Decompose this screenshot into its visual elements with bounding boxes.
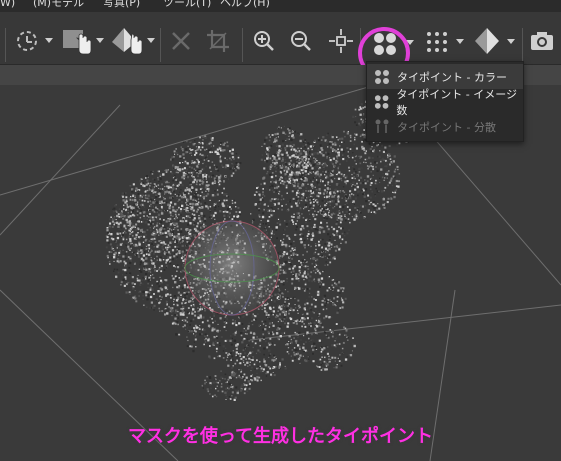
zoom-out-button[interactable]	[288, 28, 314, 54]
dense-points-icon	[427, 32, 447, 52]
shape-select-button[interactable]	[110, 26, 146, 56]
mesh-dropdown-arrow[interactable]	[506, 37, 516, 47]
menu-item-tie-points-variance[interactable]: タイポイント - 分散	[367, 114, 523, 139]
delete-selection-button[interactable]	[168, 28, 194, 54]
chevron-down-icon	[456, 39, 464, 44]
capture-view-button[interactable]	[528, 28, 556, 54]
menu-item-help[interactable]: ヘルプ(H)	[220, 0, 270, 8]
toolbar-separator	[5, 28, 6, 62]
zoom-out-icon	[291, 31, 311, 51]
dense-points-button[interactable]	[423, 29, 451, 55]
menu-item-prev[interactable]: W)	[0, 0, 15, 8]
rect-select-hand-icon	[63, 30, 92, 55]
zoom-in-icon	[254, 31, 274, 51]
menu-item-tie-points-image-count[interactable]: タイポイント - イメージ数	[367, 88, 523, 117]
reset-view-button[interactable]	[326, 28, 356, 54]
menu-item-label: タイポイント - 分散	[397, 120, 496, 134]
annotation-caption: マスクを使って生成したタイポイント	[127, 426, 434, 447]
chevron-down-icon	[507, 39, 515, 44]
rotate-select-button[interactable]	[12, 28, 44, 54]
menu-item-tools[interactable]: ツール(T)	[163, 0, 211, 8]
toolbar-separator	[522, 28, 523, 62]
rect-select-dropdown-arrow[interactable]	[95, 36, 105, 46]
rotation-trackball	[184, 220, 280, 316]
dense-points-dropdown-arrow[interactable]	[455, 37, 465, 47]
camera-icon	[531, 32, 553, 50]
menu-item-label: タイポイント - イメージ数	[396, 87, 518, 117]
menu-item-model[interactable]: (M)モデル	[33, 0, 84, 8]
tie-points-icon	[375, 69, 389, 84]
toolbar	[0, 12, 561, 79]
toolbar-separator	[242, 28, 243, 62]
chevron-down-icon	[147, 38, 155, 43]
toolbar-separator	[160, 28, 161, 62]
tie-points-dropdown-menu: タイポイント - カラー タイポイント - イメージ数 タイポイント - 分散	[366, 61, 524, 142]
rotate-select-dropdown-arrow[interactable]	[44, 36, 54, 46]
menu-item-photo[interactable]: 写真(P)	[103, 0, 140, 8]
rect-select-button[interactable]	[60, 26, 94, 56]
shape-select-dropdown-arrow[interactable]	[146, 36, 156, 46]
mesh-button[interactable]	[470, 26, 504, 56]
menu-item-label: タイポイント - カラー	[397, 70, 507, 84]
chevron-down-icon	[96, 38, 104, 43]
crop-selection-button[interactable]	[205, 28, 231, 54]
delete-icon	[172, 32, 190, 50]
zoom-in-button[interactable]	[251, 28, 277, 54]
tie-points-icon	[374, 94, 389, 109]
crop-icon	[207, 30, 229, 52]
rotate-select-icon	[17, 31, 37, 51]
shape-select-icon	[112, 28, 143, 55]
chevron-down-icon	[45, 38, 53, 43]
fit-icon	[329, 29, 353, 53]
tie-points-variance-icon	[375, 119, 389, 133]
mesh-icon	[475, 28, 499, 54]
menu-bar: W) (M)モデル 写真(P) ツール(T) ヘルプ(H)	[0, 0, 561, 12]
